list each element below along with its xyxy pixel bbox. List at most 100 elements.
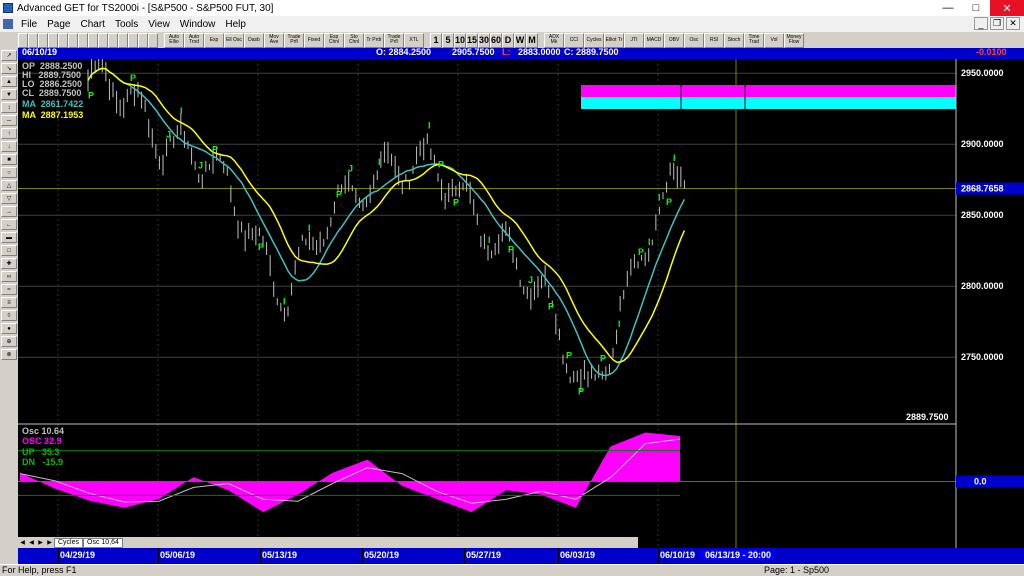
tool-button[interactable] <box>88 32 98 48</box>
draw-tool-button[interactable]: ✚ <box>1 258 17 269</box>
chart-area[interactable]: PPJIJPPIIPJIIPPIPJPPPPIPIIPI 2950.0000 29… <box>18 54 1024 548</box>
interval-daily[interactable]: D <box>502 32 514 48</box>
indicator-osc[interactable]: Osc <box>684 32 704 48</box>
draw-tool-button[interactable]: ↓ <box>1 141 17 152</box>
study-button-auto-trend[interactable]: Auto Trnd <box>184 32 204 48</box>
draw-tool-button[interactable]: ≡ <box>1 297 17 308</box>
study-button-trade-profile[interactable]: Trade Prfl <box>284 32 304 48</box>
interval-10[interactable]: 10 <box>454 32 466 48</box>
study-button-exp[interactable]: Exp <box>204 32 224 48</box>
draw-tool-button[interactable]: ◊ <box>1 310 17 321</box>
pivot-label: J <box>348 163 353 173</box>
tool-button[interactable] <box>38 32 48 48</box>
indicator-cci[interactable]: CCI <box>564 32 584 48</box>
interval-30[interactable]: 30 <box>478 32 490 48</box>
tab-next-icon[interactable]: ▶ <box>36 538 45 547</box>
doc-restore-icon[interactable]: ❐ <box>990 17 1004 30</box>
draw-tool-button[interactable]: ▬ <box>1 232 17 243</box>
draw-tool-button[interactable]: ↘ <box>1 63 17 74</box>
interval-15[interactable]: 15 <box>466 32 478 48</box>
osc-zero-label: 0.0 <box>974 477 987 487</box>
study-button-tr-prdr[interactable]: Tr Prdr <box>364 32 384 48</box>
draw-tool-button[interactable]: △ <box>1 180 17 191</box>
tool-button[interactable] <box>28 32 38 48</box>
tool-button[interactable] <box>68 32 78 48</box>
menu-chart[interactable]: Chart <box>75 19 109 30</box>
indicator-stoch[interactable]: Stoch <box>724 32 744 48</box>
tool-button[interactable] <box>148 32 158 48</box>
date-label: 05/20/19 <box>364 550 400 560</box>
study-button-fixed[interactable]: Fixed <box>304 32 324 48</box>
indicator-macd[interactable]: MACD <box>644 32 664 48</box>
doc-close-icon[interactable]: ✕ <box>1006 17 1020 30</box>
interval-monthly[interactable]: M <box>526 32 538 48</box>
menu-window[interactable]: Window <box>175 19 221 30</box>
menu-view[interactable]: View <box>143 19 175 30</box>
study-button-trade-profile-2[interactable]: Trade Prfl <box>384 32 404 48</box>
tool-button[interactable] <box>48 32 58 48</box>
draw-tool-button[interactable]: ∞ <box>1 271 17 282</box>
draw-tool-button[interactable]: ▲ <box>1 76 17 87</box>
indicator-volume[interactable]: Vol <box>764 32 784 48</box>
draw-tool-button[interactable]: ○ <box>1 167 17 178</box>
close-icon[interactable]: ✕ <box>990 0 1024 16</box>
interval-1[interactable]: 1 <box>430 32 442 48</box>
study-button-xtl[interactable]: XTL <box>404 32 424 48</box>
draw-tool-button[interactable]: ─ <box>1 115 17 126</box>
draw-tool-button[interactable]: ← <box>1 219 17 230</box>
indicator-obv[interactable]: OBV <box>664 32 684 48</box>
study-button-auto-elliott[interactable]: Auto Ellio <box>164 32 184 48</box>
menu-tools[interactable]: Tools <box>110 19 143 30</box>
draw-tool-button[interactable]: ▼ <box>1 89 17 100</box>
interval-weekly[interactable]: W <box>514 32 526 48</box>
study-button-sto-channel[interactable]: Sto Chnl <box>344 32 364 48</box>
interval-5[interactable]: 5 <box>442 32 454 48</box>
tool-button[interactable] <box>128 32 138 48</box>
study-button-exp-channel[interactable]: Exp Chnl <box>324 32 344 48</box>
tool-button[interactable] <box>138 32 148 48</box>
tab-last-icon[interactable]: ▶ <box>45 538 54 547</box>
draw-tool-button[interactable]: ⊕ <box>1 336 17 347</box>
interval-60[interactable]: 60 <box>490 32 502 48</box>
doc-minimize-icon[interactable]: _ <box>974 17 988 30</box>
indicator-money-flow[interactable]: Money Flow <box>784 32 804 48</box>
draw-tool-button[interactable]: ↕ <box>1 102 17 113</box>
study-button-ell-osc[interactable]: Ell Osc <box>224 32 244 48</box>
tab-prev-icon[interactable]: ◀ <box>27 538 36 547</box>
tool-button[interactable] <box>118 32 128 48</box>
date-label: 04/29/19 <box>60 550 96 560</box>
tool-button[interactable] <box>98 32 108 48</box>
document-icon[interactable] <box>3 19 13 29</box>
draw-tool-button[interactable]: ■ <box>1 154 17 165</box>
price-chart[interactable]: PPJIJPPIIPJIIPPIPJPPPPIPII PI 2950.000029… <box>18 54 1024 548</box>
tool-button[interactable] <box>108 32 118 48</box>
draw-tool-button[interactable]: ● <box>1 323 17 334</box>
minimize-icon[interactable]: — <box>934 0 962 16</box>
draw-tool-button[interactable]: ▽ <box>1 193 17 204</box>
draw-tool-button[interactable]: ⊗ <box>1 349 17 360</box>
study-button-dasb[interactable]: Dasb <box>244 32 264 48</box>
draw-tool-button[interactable]: ↑ <box>1 128 17 139</box>
draw-tool-button[interactable]: ↗ <box>1 50 17 61</box>
tab-first-icon[interactable]: ◀ <box>18 538 27 547</box>
app-icon <box>3 3 13 13</box>
indicator-elliott-trend[interactable]: Elliot Tr <box>604 32 624 48</box>
menu-page[interactable]: Page <box>42 19 75 30</box>
indicator-time-trade[interactable]: Time Trad <box>744 32 764 48</box>
indicator-cycles[interactable]: Cycles <box>584 32 604 48</box>
indicator-jti[interactable]: JTI <box>624 32 644 48</box>
tab-osc[interactable]: Osc 10,64 <box>83 537 123 548</box>
indicator-rsi[interactable]: RSI <box>704 32 724 48</box>
tab-cycles[interactable]: Cycles <box>54 537 84 548</box>
study-button-mov-ave[interactable]: Mov Ave <box>264 32 284 48</box>
draw-tool-button[interactable]: ≈ <box>1 284 17 295</box>
tool-button[interactable] <box>58 32 68 48</box>
draw-tool-button[interactable]: → <box>1 206 17 217</box>
indicator-adx[interactable]: ADX Mk <box>544 32 564 48</box>
draw-tool-button[interactable]: □ <box>1 245 17 256</box>
maximize-icon[interactable]: □ <box>962 0 990 16</box>
menu-file[interactable]: File <box>16 19 42 30</box>
tool-button[interactable] <box>78 32 88 48</box>
menu-help[interactable]: Help <box>220 19 251 30</box>
tool-button[interactable] <box>18 32 28 48</box>
